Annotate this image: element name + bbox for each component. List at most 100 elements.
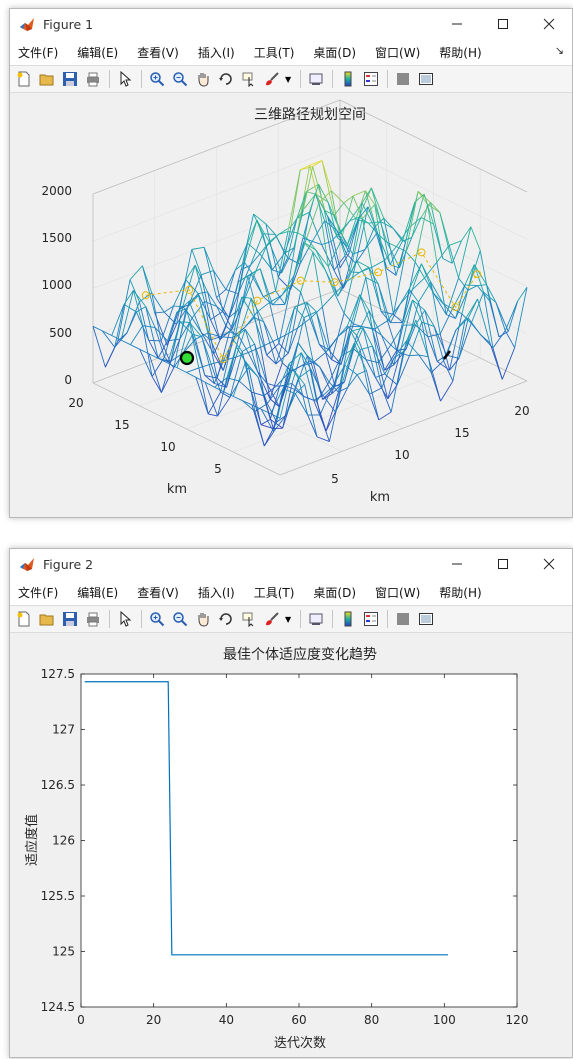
menu-view[interactable]: 查看(V) bbox=[137, 44, 189, 61]
surface-edge bbox=[458, 317, 469, 359]
y-axis-label: km bbox=[167, 482, 187, 497]
menu-file[interactable]: 文件(F) bbox=[18, 584, 68, 601]
pointer-button[interactable] bbox=[115, 69, 135, 89]
legend-button[interactable] bbox=[361, 69, 381, 89]
surface-edge bbox=[129, 265, 143, 281]
zoom-in-button[interactable] bbox=[147, 69, 167, 89]
figure-1-window: Figure 1 文件(F) 编辑(E) 查看(V) 插入(I) 工具(T) 桌… bbox=[9, 8, 573, 518]
menu-insert[interactable]: 插入(I) bbox=[198, 44, 245, 61]
pan-button[interactable] bbox=[193, 69, 213, 89]
rotate-3d-button[interactable] bbox=[216, 69, 236, 89]
zoom-out-button[interactable] bbox=[170, 69, 190, 89]
menu-tools[interactable]: 工具(T) bbox=[254, 584, 305, 601]
close-button[interactable] bbox=[526, 549, 572, 579]
link-plot-button[interactable] bbox=[306, 609, 326, 629]
surface-edge bbox=[247, 219, 258, 244]
menu-window[interactable]: 窗口(W) bbox=[375, 584, 430, 601]
legend-button[interactable] bbox=[361, 609, 381, 629]
toolbar-separator bbox=[300, 610, 302, 628]
zoom-in-icon bbox=[150, 612, 165, 627]
save-button[interactable] bbox=[60, 609, 80, 629]
new-figure-button[interactable] bbox=[14, 69, 34, 89]
data-cursor-button[interactable] bbox=[239, 609, 259, 629]
link-plot-button[interactable] bbox=[306, 69, 326, 89]
colorbar-button[interactable] bbox=[338, 69, 358, 89]
print-button[interactable] bbox=[83, 609, 103, 629]
start-point-marker bbox=[179, 350, 195, 366]
surface-edge bbox=[321, 241, 332, 245]
hide-plot-tools-button[interactable] bbox=[393, 69, 413, 89]
menu-window[interactable]: 窗口(W) bbox=[375, 44, 430, 61]
fitness-line-chart[interactable]: 最佳个体适应度变化趋势 0 20 40 60 80 100 120 124.5 125 125.5… bbox=[10, 633, 570, 1055]
surface-edge bbox=[396, 355, 410, 386]
pan-button[interactable] bbox=[193, 609, 213, 629]
x-tick-label: 60 bbox=[291, 1013, 306, 1027]
print-button[interactable] bbox=[83, 69, 103, 89]
brush-button[interactable] bbox=[262, 609, 282, 629]
colorbar-button[interactable] bbox=[338, 609, 358, 629]
surface-edge bbox=[216, 306, 227, 327]
surface-edge bbox=[191, 246, 205, 250]
menu-tools[interactable]: 工具(T) bbox=[254, 44, 305, 61]
toolbar-separator bbox=[141, 70, 142, 88]
save-button[interactable] bbox=[60, 69, 80, 89]
open-file-button[interactable] bbox=[37, 69, 57, 89]
menu-edit[interactable]: 编辑(E) bbox=[77, 44, 128, 61]
surface-plot-axes[interactable]: 三维路径规划空间 m 0 500 1000 1500 2000 20 15 10… bbox=[10, 93, 570, 515]
menu-desktop[interactable]: 桌面(D) bbox=[313, 584, 366, 601]
surface-edge bbox=[139, 349, 153, 377]
maximize-button[interactable] bbox=[480, 9, 526, 39]
menu-file[interactable]: 文件(F) bbox=[18, 44, 68, 61]
pointer-button[interactable] bbox=[115, 609, 135, 629]
open-file-button[interactable] bbox=[37, 609, 57, 629]
surface-edge bbox=[148, 340, 159, 359]
brush-button[interactable] bbox=[262, 69, 282, 89]
y-tick-label: 127.5 bbox=[41, 667, 75, 681]
z-tick: 1000 bbox=[41, 278, 72, 292]
data-cursor-icon bbox=[242, 612, 254, 627]
toolbar-separator bbox=[109, 610, 110, 628]
x-tick: 5 bbox=[331, 472, 339, 486]
brush-dropdown-icon[interactable]: ▼ bbox=[285, 615, 291, 624]
surface-edge bbox=[319, 366, 330, 383]
window-title: Figure 2 bbox=[43, 556, 94, 572]
matlab-icon bbox=[20, 558, 34, 571]
print-icon bbox=[87, 612, 99, 627]
maximize-button[interactable] bbox=[480, 549, 526, 579]
figure-canvas[interactable]: 最佳个体适应度变化趋势 0 20 40 60 80 100 120 124.5 125 125.5… bbox=[10, 633, 572, 1057]
minimize-button[interactable] bbox=[434, 549, 480, 579]
brush-dropdown-icon[interactable]: ▼ bbox=[285, 75, 291, 84]
x-tick: 10 bbox=[394, 448, 409, 462]
data-cursor-button[interactable] bbox=[239, 69, 259, 89]
menu-desktop[interactable]: 桌面(D) bbox=[313, 44, 366, 61]
menu-view[interactable]: 查看(V) bbox=[137, 584, 189, 601]
menu-edit[interactable]: 编辑(E) bbox=[77, 584, 128, 601]
show-plot-tools-button[interactable] bbox=[416, 609, 436, 629]
menu-help[interactable]: 帮助(H) bbox=[439, 44, 491, 61]
surface-edge bbox=[470, 226, 481, 251]
minimize-icon bbox=[452, 563, 462, 565]
z-tick: 500 bbox=[49, 326, 72, 340]
close-button[interactable] bbox=[526, 9, 572, 39]
surface-edge bbox=[234, 243, 248, 271]
menu-overflow-icon[interactable]: ↘ bbox=[555, 44, 564, 57]
zoom-in-button[interactable] bbox=[147, 609, 167, 629]
menu-help[interactable]: 帮助(H) bbox=[439, 584, 491, 601]
pointer-icon bbox=[120, 71, 132, 87]
figure-canvas[interactable]: 三维路径规划空间 m 0 500 1000 1500 2000 20 15 10… bbox=[10, 93, 572, 517]
minimize-button[interactable] bbox=[434, 9, 480, 39]
surface-edge bbox=[154, 311, 165, 314]
show-plot-tools-icon bbox=[419, 613, 434, 625]
surface-edge bbox=[371, 260, 385, 268]
rotate-3d-button[interactable] bbox=[216, 609, 236, 629]
surface-edge bbox=[290, 169, 301, 227]
hide-plot-tools-button[interactable] bbox=[393, 609, 413, 629]
zoom-out-button[interactable] bbox=[170, 609, 190, 629]
brush-icon bbox=[266, 612, 279, 626]
show-plot-tools-button[interactable] bbox=[416, 69, 436, 89]
surface-edge bbox=[274, 234, 286, 254]
surface-edge bbox=[298, 368, 311, 379]
pan-icon bbox=[198, 613, 209, 627]
new-figure-button[interactable] bbox=[14, 609, 34, 629]
menu-insert[interactable]: 插入(I) bbox=[198, 584, 245, 601]
